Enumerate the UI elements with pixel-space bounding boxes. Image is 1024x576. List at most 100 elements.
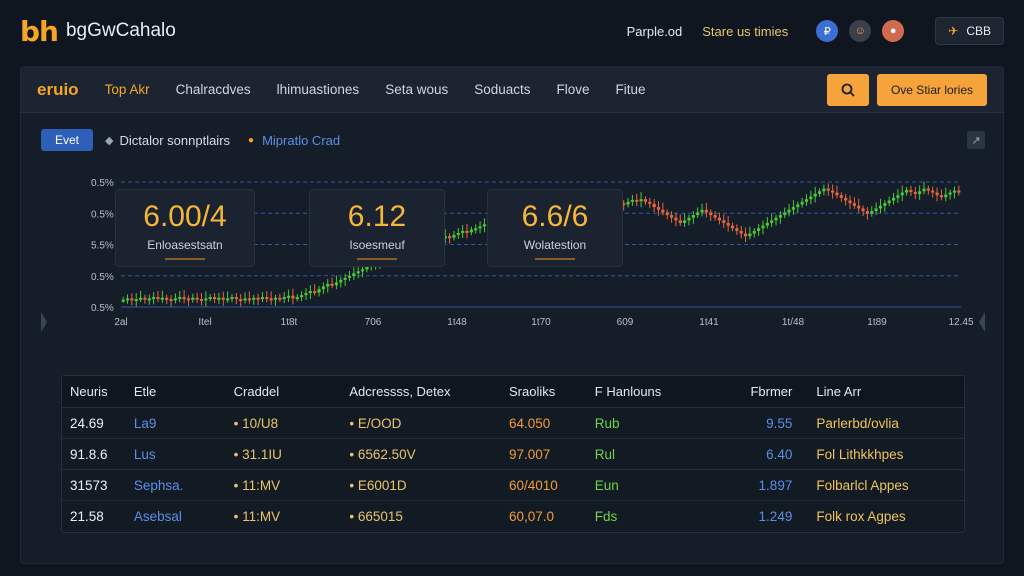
column-header[interactable]: Adcressss, Detex: [349, 384, 509, 399]
table-cell: 97.007: [509, 446, 551, 462]
nav-item-setawous[interactable]: Seta wous: [385, 82, 448, 97]
x-tick-label: 706: [365, 317, 382, 328]
candle-body: [252, 297, 256, 300]
candle-body: [939, 195, 944, 198]
candle-body: [787, 209, 791, 213]
sub-title: Dictalor sonnptlairs: [119, 132, 231, 148]
stat-card-3[interactable]: 6.6/6 Wolatestion: [487, 189, 623, 267]
table-cell: Fds: [594, 509, 618, 524]
candle-body: [308, 291, 312, 294]
table-cell: Rul: [594, 446, 616, 462]
candle-body: [831, 190, 835, 193]
candle-body: [317, 289, 321, 293]
nav-logo[interactable]: eruio: [37, 80, 79, 100]
top-link-secondary[interactable]: Stare us timies: [702, 24, 788, 39]
table-cell: 21.58: [70, 509, 104, 524]
candle-body: [256, 297, 260, 300]
top-right-controls: Parple.od Stare us timies ₽ ☺ ● ✈ CBB: [627, 17, 1004, 45]
wallet-icon[interactable]: ₽: [816, 20, 839, 42]
stat-card-1[interactable]: 6.00/4 Enloasestsatn: [115, 189, 255, 267]
table-cell: La9: [133, 415, 157, 431]
candle-body: [835, 192, 839, 196]
candle-body: [278, 297, 282, 300]
x-tick-label: 1t70: [531, 317, 551, 328]
event-button[interactable]: Evet: [41, 129, 94, 151]
candle-body: [748, 233, 752, 237]
table-cell: 64.050: [509, 415, 551, 431]
top-link-primary[interactable]: Parple.od: [627, 24, 683, 39]
column-header[interactable]: Line Arr: [804, 384, 964, 399]
column-header[interactable]: Fbrmer: [705, 384, 805, 399]
stat-label: Wolatestion: [523, 238, 587, 252]
candle-body: [757, 228, 761, 231]
stat-underline: [357, 258, 397, 260]
cta-button[interactable]: Ove Stiar lories: [876, 73, 987, 106]
candle-body: [665, 212, 669, 216]
candle-body: [861, 208, 865, 212]
x-tick-label: 1t8t: [281, 317, 298, 328]
nav-item-flove[interactable]: Flove: [557, 82, 590, 97]
candle-body: [817, 191, 822, 194]
table-cell: 24.69: [70, 415, 104, 431]
nav-item-products[interactable]: Soduacts: [474, 82, 530, 97]
notification-icon[interactable]: ●: [882, 20, 905, 42]
y-tick-label: 0.5%: [91, 178, 114, 189]
language-button[interactable]: ✈ CBB: [935, 17, 1004, 45]
x-tick-label: 1t/48: [782, 317, 805, 328]
column-header[interactable]: F Hanlouns: [595, 384, 705, 399]
candle-body: [952, 190, 957, 193]
candle-body: [286, 295, 291, 298]
candle-body: [165, 297, 169, 300]
scroll-left-icon[interactable]: [41, 312, 47, 332]
candle-body: [922, 188, 926, 192]
expand-icon[interactable]: ↗: [967, 131, 985, 149]
top-bar: bh bgGwCahalo Parple.od Stare us timies …: [0, 0, 1024, 62]
candle-body: [796, 204, 800, 208]
search-button[interactable]: [826, 73, 869, 106]
column-header[interactable]: Etle: [134, 384, 234, 399]
candle-body: [360, 269, 365, 272]
candle-body: [800, 201, 804, 205]
table-row[interactable]: 31573 Sephsa. • 11:MV • E6001D 60/4010 E…: [62, 470, 964, 501]
brand-logo[interactable]: bh: [20, 15, 59, 48]
nav-item-institutions[interactable]: lhimuastiones: [277, 82, 360, 97]
candle-body: [321, 286, 325, 290]
nav-actions: Ove Stiar lories: [826, 73, 987, 106]
stat-card-2[interactable]: 6.12 Isoesmeuf: [309, 189, 445, 267]
sub-link[interactable]: Mipratlo Crad: [262, 133, 340, 148]
nav-item-fitue[interactable]: Fitue: [616, 82, 646, 97]
nav-item-top[interactable]: Top Akr: [105, 82, 150, 97]
candle-body: [652, 203, 656, 208]
column-header[interactable]: Neuris: [62, 384, 134, 399]
candle-body: [717, 217, 722, 221]
settings-icon[interactable]: ◆: [105, 134, 113, 147]
candle-body: [743, 233, 748, 237]
candle-body: [774, 217, 778, 221]
candle-body: [909, 189, 913, 192]
candle-body: [865, 211, 870, 214]
table-row[interactable]: 24.69 La9 • 10/U8 • E/OOD 64.050 Rub 9.5…: [62, 408, 964, 439]
candle-body: [765, 223, 769, 226]
profile-icon[interactable]: ☺: [849, 20, 872, 42]
candle-body: [770, 220, 774, 224]
candle-body: [926, 188, 930, 191]
table-cell: 1.897: [758, 477, 793, 493]
table-row[interactable]: 21.58 Asebsal • 11:MV • 665015 60,07.0 F…: [62, 501, 964, 532]
candle-body: [896, 195, 900, 198]
candle-body: [661, 209, 665, 213]
candle-body: [809, 196, 813, 200]
candle-body: [152, 297, 156, 300]
column-header[interactable]: Craddel: [234, 384, 350, 399]
table-row[interactable]: 91.8.6 Lus • 31.1IU • 6562.50V 97.007 Ru…: [62, 439, 964, 470]
candle-body: [931, 190, 935, 193]
nav-item-characteristics[interactable]: Chalracdves: [176, 82, 251, 97]
column-header[interactable]: Sraoliks: [509, 384, 595, 399]
brand-name[interactable]: bgGwCahalo: [66, 20, 176, 42]
y-tick-label: 0.5%: [91, 209, 114, 220]
candle-body: [844, 197, 848, 201]
nav-logo-text: eruio: [37, 79, 79, 99]
scroll-right-icon[interactable]: [979, 312, 985, 332]
candle-body: [160, 297, 164, 300]
stat-value: 6.12: [347, 200, 407, 233]
table-cell: 60,07.0: [509, 509, 555, 524]
